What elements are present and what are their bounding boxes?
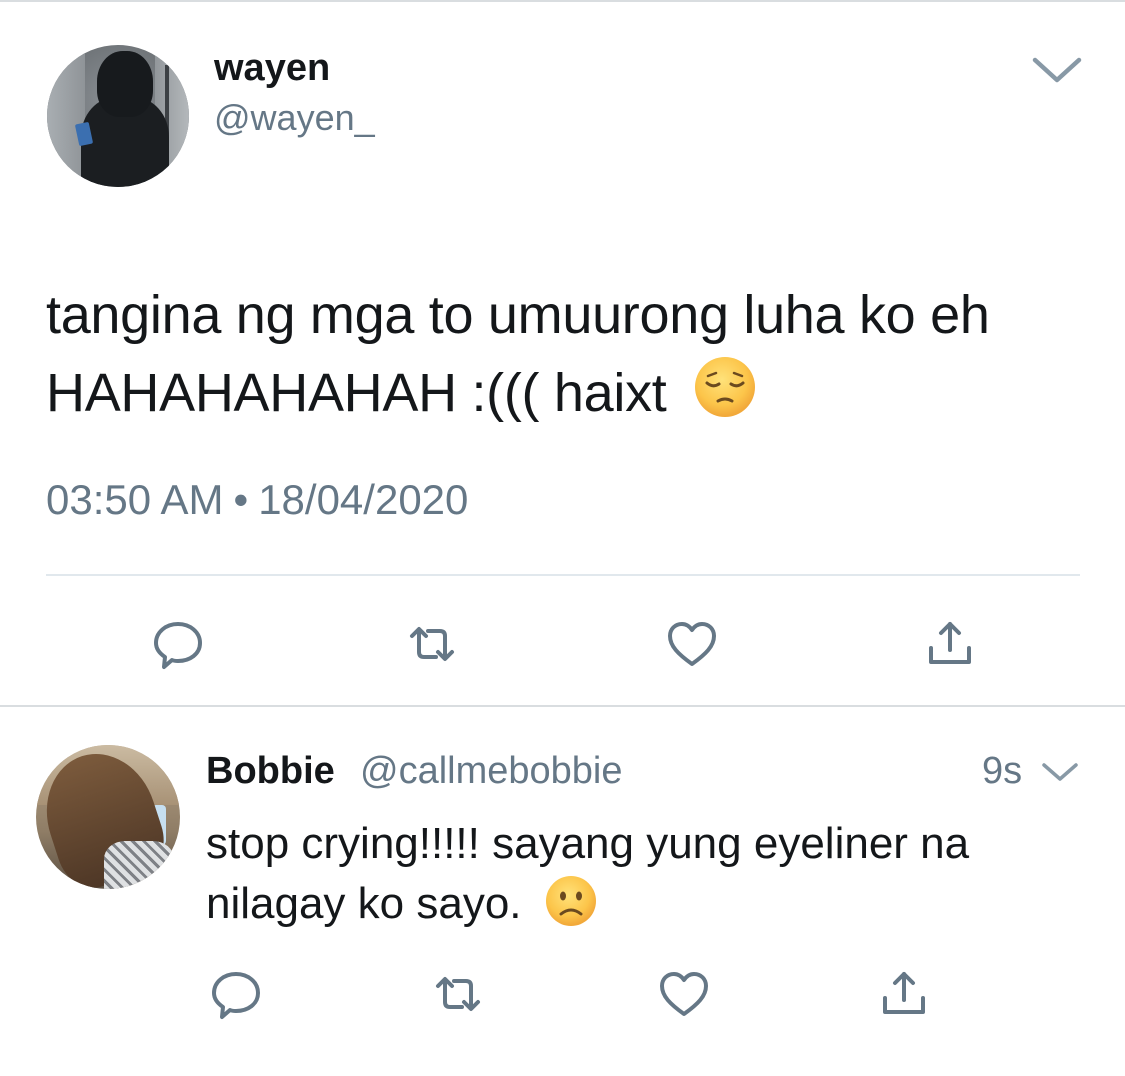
reply-relative-time: 9s <box>982 750 1023 792</box>
reply-avatar-shirt <box>104 841 174 889</box>
avatar-figure-head <box>97 51 153 117</box>
pensive-face-icon <box>695 357 756 417</box>
frowning-face-icon <box>545 876 596 926</box>
thread-divider <box>0 705 1125 707</box>
share-icon[interactable] <box>876 966 932 1022</box>
reply-icon[interactable] <box>208 966 264 1022</box>
tweet-timestamp[interactable]: 03:50 AM • 18/04/2020 <box>46 474 468 526</box>
author-handle[interactable]: @wayen_ <box>214 97 375 139</box>
retweet-icon[interactable] <box>430 966 486 1022</box>
reply-icon[interactable] <box>150 616 206 672</box>
avatar-window-left <box>47 45 85 187</box>
like-icon[interactable] <box>656 966 712 1022</box>
chevron-down-icon[interactable] <box>1040 760 1080 784</box>
reply-avatar[interactable] <box>36 745 180 889</box>
tweet-text: tangina ng mga to umuurong luha ko eh HA… <box>46 276 1086 432</box>
reply-author-name[interactable]: Bobbie <box>206 748 335 794</box>
reply-text: stop crying!!!!! sayang yung eyeliner na… <box>206 814 1086 934</box>
chevron-down-icon[interactable] <box>1030 54 1084 86</box>
tweet-time: 03:50 AM <box>46 476 224 523</box>
reply-author-handle[interactable]: @callmebobbie <box>360 748 623 794</box>
author-name[interactable]: wayen <box>214 46 330 90</box>
timestamp-separator: • <box>233 476 249 523</box>
tweet-body: tangina ng mga to umuurong luha ko eh HA… <box>46 285 990 423</box>
top-divider <box>0 0 1125 2</box>
like-icon[interactable] <box>664 616 720 672</box>
tweet-date: 18/04/2020 <box>258 476 469 523</box>
share-icon[interactable] <box>922 616 978 672</box>
avatar[interactable] <box>47 45 189 187</box>
actions-divider <box>46 574 1080 576</box>
retweet-icon[interactable] <box>404 616 460 672</box>
